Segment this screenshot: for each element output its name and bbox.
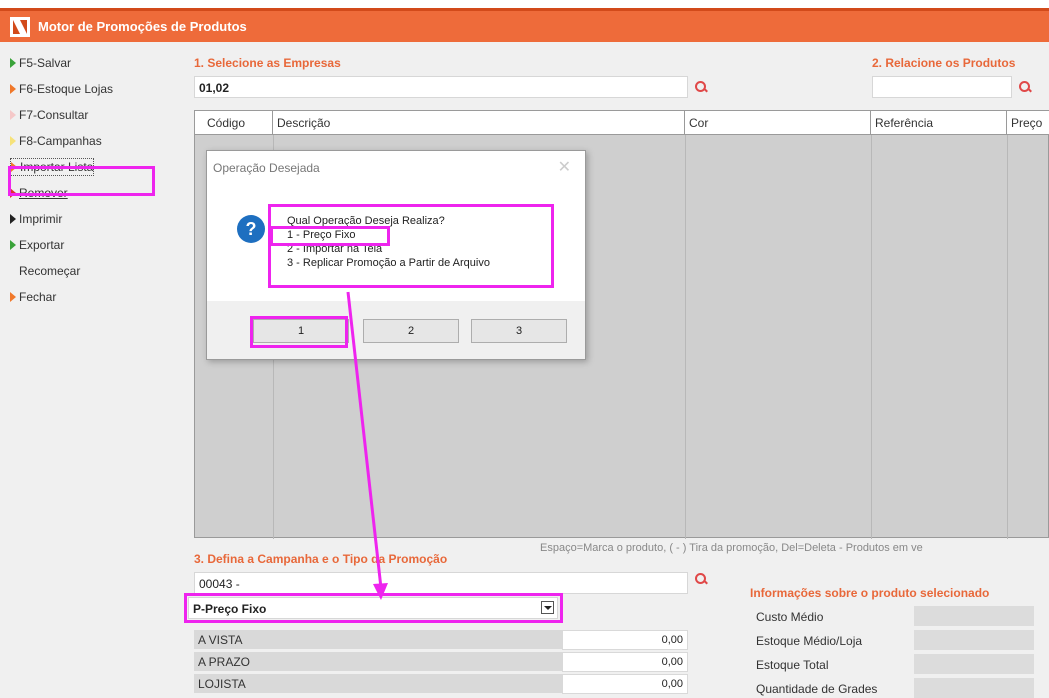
campanha-input[interactable]: 00043 - [194,572,688,594]
search-icon[interactable] [1018,80,1032,94]
info-title: Informações sobre o produto selecionado [750,586,990,600]
highlight-preco-fixo-option [270,226,390,246]
campanha-title: 3. Defina a Campanha e o Tipo da Promoçã… [194,552,448,566]
question-icon: ? [237,215,265,243]
info-value-estoque-total [914,654,1034,674]
window-title: Motor de Promoções de Produtos [38,19,247,34]
price-row-label: A VISTA [194,630,562,650]
app-logo-icon [10,16,30,37]
arrow-icon [10,136,16,146]
col-preco[interactable]: Preço [1007,111,1049,135]
col-codigo[interactable]: Código [195,111,273,135]
sidebar-item-fechar[interactable]: Fechar [10,288,56,306]
info-label-custo: Custo Médio [756,610,824,624]
price-row-label: LOJISTA [194,674,562,694]
col-cor[interactable]: Cor [685,111,871,135]
arrow-icon [10,110,16,120]
dialog-button-2[interactable]: 2 [363,319,459,343]
dialog-button-3[interactable]: 3 [471,319,567,343]
sidebar-item-campanhas[interactable]: F8-Campanhas [10,132,102,150]
price-row-value[interactable]: 0,00 [562,652,688,672]
arrow-icon [10,292,16,302]
grid-hint: Espaço=Marca o produto, ( - ) Tira da pr… [540,542,923,554]
column-divider [871,135,872,539]
sidebar: F5-Salvar F6-Estoque Lojas F7-Consultar … [0,42,175,694]
sidebar-item-exportar[interactable]: Exportar [10,236,64,254]
produtos-input[interactable] [872,76,1012,98]
empresas-title: 1. Selecione as Empresas [194,56,341,70]
sidebar-item-consultar[interactable]: F7-Consultar [10,106,88,124]
price-row-value[interactable]: 0,00 [562,674,688,694]
grid-header: Código Descrição Cor Referência Preço [195,111,1049,135]
window-titlebar: Motor de Promoções de Produtos [0,8,1049,42]
window-top-border [0,0,1049,8]
arrow-icon [10,84,16,94]
arrow-icon [10,240,16,250]
dialog-title: Operação Desejada [213,161,320,175]
search-icon[interactable] [694,80,708,94]
arrow-icon [10,214,16,224]
price-row-label: A PRAZO [194,652,562,672]
col-referencia[interactable]: Referência [871,111,1007,135]
sidebar-item-estoque-lojas[interactable]: F6-Estoque Lojas [10,80,113,98]
info-label-estoque-total: Estoque Total [756,658,829,672]
highlight-dialog-text [268,204,554,288]
empresas-input[interactable]: 01,02 [194,76,688,98]
info-value-estoque-medio [914,630,1034,650]
search-icon[interactable] [694,572,708,586]
sidebar-item-salvar[interactable]: F5-Salvar [10,54,71,72]
close-icon[interactable]: ✕ [558,157,571,177]
sidebar-item-recomecar[interactable]: Recomeçar [10,262,80,280]
produtos-title: 2. Relacione os Produtos [872,56,1016,70]
price-row-value[interactable]: 0,00 [562,630,688,650]
highlight-button-1 [250,316,348,348]
column-divider [1007,135,1008,539]
column-divider [685,135,686,539]
arrow-icon [10,58,16,68]
highlight-tipo-promocao [184,593,563,623]
info-label-estoque-medio: Estoque Médio/Loja [756,634,863,648]
arrow-icon [10,266,16,276]
highlight-importar-lista [8,166,155,196]
info-value-grades [914,678,1034,698]
info-value-custo [914,606,1034,626]
col-descricao[interactable]: Descrição [273,111,685,135]
sidebar-item-imprimir[interactable]: Imprimir [10,210,62,228]
